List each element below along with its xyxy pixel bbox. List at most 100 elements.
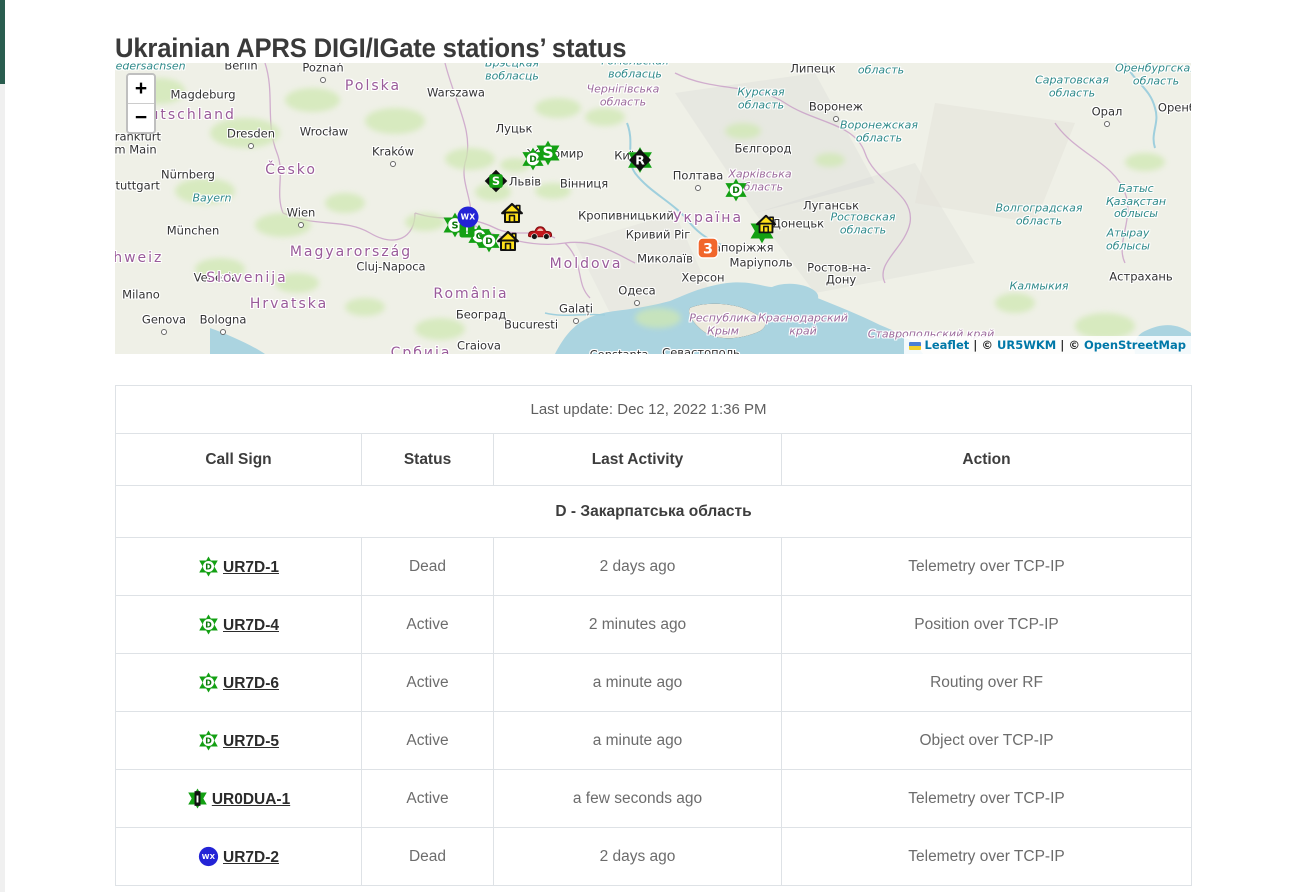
status-cell: Active <box>362 770 494 828</box>
ur5wkm-link[interactable]: UR5WKM <box>997 338 1056 352</box>
marker-wx-circle[interactable]: WX <box>457 206 480 229</box>
callsign-cell: D UR7D-6 <box>116 654 362 712</box>
zoom-in-button[interactable]: + <box>128 75 154 104</box>
marker-star-big-s[interactable]: S <box>535 140 561 166</box>
marker-num3-3[interactable]: 3 <box>697 237 720 260</box>
city-dot <box>320 77 326 83</box>
last-activity-cell: 2 minutes ago <box>494 596 782 654</box>
city-dot <box>1104 121 1110 127</box>
table-row-ur7d-1: DUR7D-1Dead2 days agoTelemetry over TCP-… <box>116 538 1192 596</box>
openstreetmap-link[interactable]: OpenStreetMap <box>1084 338 1186 352</box>
forest-patch <box>1125 153 1165 171</box>
marker-house-star[interactable] <box>752 214 782 244</box>
table-header-row: Call SignStatusLast ActivityAction <box>116 434 1192 486</box>
forest-patch <box>995 293 1035 313</box>
svg-text:S: S <box>492 174 500 188</box>
table-row-ur7d-2: WXUR7D-2Dead2 days agoTelemetry over TCP… <box>116 828 1192 886</box>
section-row: D - Закарпатська область <box>116 486 1192 538</box>
svg-text:D: D <box>205 736 212 745</box>
map[interactable]: BerlinMagdeburgNiedersachsenDeutschlandF… <box>115 63 1191 354</box>
section-title: D - Закарпатська область <box>116 486 1192 538</box>
callsign-cell: D UR7D-1 <box>116 538 362 596</box>
callsign-link[interactable]: UR0DUA-1 <box>212 791 290 808</box>
digipeater-star-icon: D <box>198 556 219 577</box>
forest-patch <box>445 148 495 170</box>
last-activity-cell: 2 days ago <box>494 828 782 886</box>
callsign-link[interactable]: UR7D-5 <box>223 733 279 750</box>
forest-patch <box>725 123 761 139</box>
table-row-ur7d-4: DUR7D-4Active2 minutes agoPosition over … <box>116 596 1192 654</box>
marker-star-circle-d[interactable]: D <box>724 178 748 202</box>
leaflet-link[interactable]: Leaflet <box>925 338 970 352</box>
callsign-link[interactable]: UR7D-1 <box>223 559 279 576</box>
forest-patch <box>585 108 625 126</box>
city-dot <box>634 300 640 306</box>
svg-text:I: I <box>195 794 199 805</box>
city-dot <box>298 222 304 228</box>
column-header-action: Action <box>782 434 1192 486</box>
last-update-text: Last update: Dec 12, 2022 1:36 PM <box>116 386 1192 434</box>
forest-patch <box>535 98 581 118</box>
weather-station-icon: WX <box>198 846 219 867</box>
callsign-cell: D UR7D-5 <box>116 712 362 770</box>
city-dot <box>220 329 226 335</box>
table-row-ur7d-5: DUR7D-5Activea minute agoObject over TCP… <box>116 712 1192 770</box>
status-cell: Active <box>362 712 494 770</box>
forest-patch <box>635 308 681 328</box>
callsign-link[interactable]: UR7D-4 <box>223 617 279 634</box>
digipeater-star-icon: D <box>198 672 219 693</box>
forest-patch <box>345 298 385 316</box>
status-cell: Dead <box>362 538 494 596</box>
last-activity-cell: a minute ago <box>494 654 782 712</box>
map-attribution: Leaflet | © UR5WKM | © OpenStreetMap <box>904 336 1191 354</box>
column-header-call-sign: Call Sign <box>116 434 362 486</box>
svg-text:D: D <box>205 678 212 687</box>
forest-patch <box>275 273 319 293</box>
column-header-status: Status <box>362 434 494 486</box>
callsign-link[interactable]: UR7D-6 <box>223 675 279 692</box>
callsign-cell: D UR7D-4 <box>116 596 362 654</box>
column-header-last-activity: Last Activity <box>494 434 782 486</box>
callsign-cell: I UR0DUA-1 <box>116 770 362 828</box>
marker-house[interactable] <box>499 201 525 227</box>
city-dot <box>695 185 701 191</box>
status-cell: Active <box>362 596 494 654</box>
last-activity-cell: a few seconds ago <box>494 770 782 828</box>
attribution-separator: | © <box>1060 338 1080 352</box>
forest-patch <box>285 88 340 112</box>
svg-text:R: R <box>635 153 645 167</box>
status-cell: Dead <box>362 828 494 886</box>
zoom-out-button[interactable]: − <box>128 104 154 132</box>
callsign-cell: WXUR7D-2 <box>116 828 362 886</box>
scroll-progress-track <box>0 0 5 892</box>
action-cell: Telemetry over TCP-IP <box>782 538 1192 596</box>
marker-diamond-green-s[interactable]: S <box>483 168 509 194</box>
city-dot <box>390 161 396 167</box>
ukraine-flag-icon <box>909 342 921 350</box>
igate-star-icon: I <box>187 788 208 809</box>
forest-patch <box>325 193 365 213</box>
forest-patch <box>415 318 465 340</box>
forest-patch <box>365 108 425 134</box>
forest-patch <box>815 153 845 167</box>
last-activity-cell: a minute ago <box>494 712 782 770</box>
city-dot <box>833 116 839 122</box>
marker-diamond-star-r[interactable]: R <box>627 147 654 174</box>
digipeater-star-icon: D <box>198 730 219 751</box>
svg-text:D: D <box>732 186 739 196</box>
status-cell: Active <box>362 654 494 712</box>
svg-text:D: D <box>485 237 492 247</box>
city-dot <box>573 318 579 324</box>
forest-patch <box>405 213 445 231</box>
svg-text:D: D <box>205 562 212 571</box>
svg-text:S: S <box>542 143 553 162</box>
last-update-row: Last update: Dec 12, 2022 1:36 PM <box>116 386 1192 434</box>
svg-text:D: D <box>205 620 212 629</box>
forest-patch <box>195 258 245 280</box>
marker-house[interactable] <box>495 229 521 255</box>
forest-patch <box>175 178 235 204</box>
callsign-link[interactable]: UR7D-2 <box>223 849 279 866</box>
table-row-ur0dua-1: IUR0DUA-1Activea few seconds agoTelemetr… <box>116 770 1192 828</box>
svg-text:WX: WX <box>461 213 476 222</box>
marker-car[interactable] <box>526 223 554 241</box>
